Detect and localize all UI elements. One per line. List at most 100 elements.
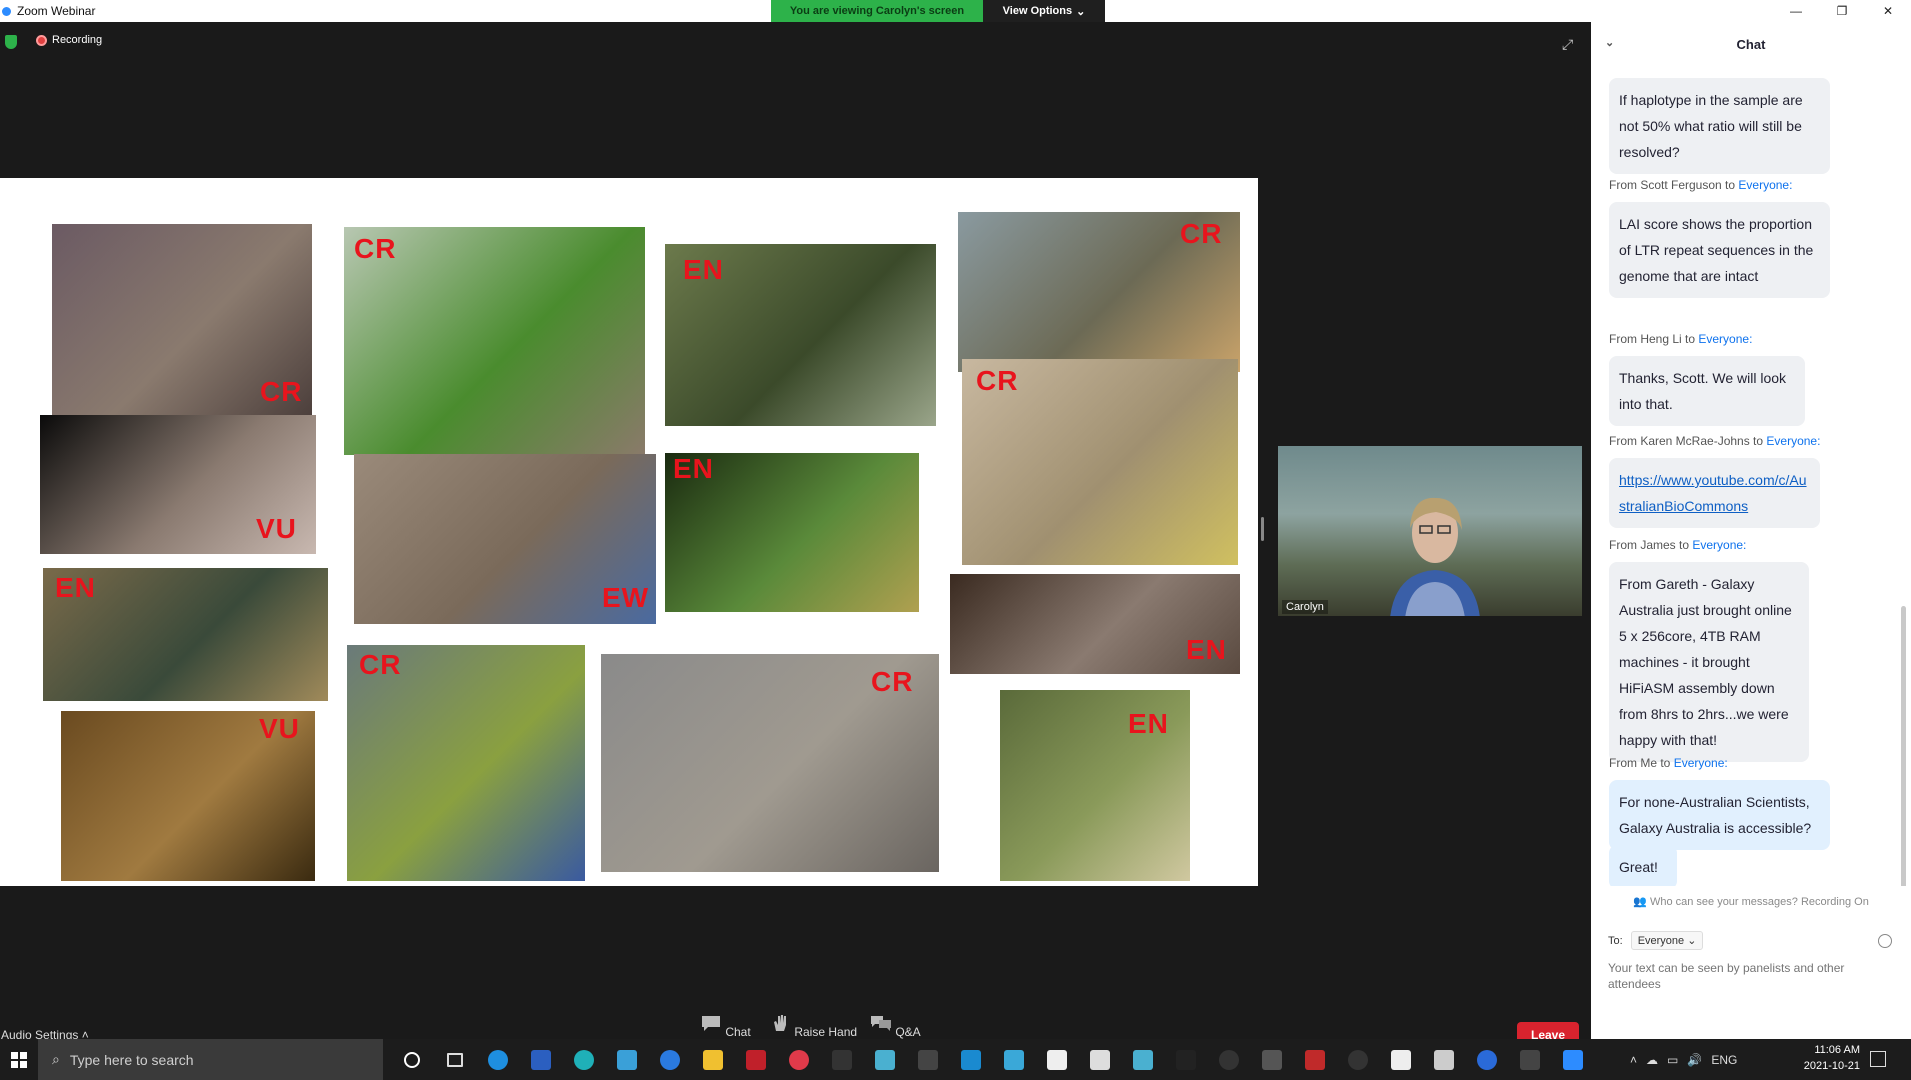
slide-photo-skink: EW (354, 454, 656, 624)
chevron-up-icon[interactable]: ˄ (1630, 1053, 1637, 1067)
slide-photo-sawfish: CR (601, 654, 939, 872)
recipient-dropdown[interactable]: Everyone ⌄ (1630, 931, 1704, 950)
qa-button[interactable]: Q&A (870, 1014, 921, 1039)
chat-scrollbar[interactable] (1901, 606, 1906, 886)
taskbar-search[interactable]: ⌕ (38, 1039, 383, 1080)
video-tile[interactable]: Carolyn (1278, 446, 1582, 616)
slide-photo-bat: VU (40, 415, 316, 554)
resize-handle[interactable] (1261, 517, 1264, 541)
task-view-icon[interactable] (433, 1039, 476, 1080)
app-icon[interactable] (1379, 1039, 1422, 1080)
chevron-down-icon[interactable]: ⌄ (1605, 36, 1614, 49)
conservation-status-label: EW (602, 582, 650, 613)
taskbar-search-input[interactable] (69, 1051, 350, 1068)
app-icon[interactable] (992, 1039, 1035, 1080)
window-titlebar: Zoom Webinar You are viewing Carolyn's s… (0, 0, 1911, 22)
recording-label: Recording (52, 34, 103, 46)
view-options-label: View Options (1002, 5, 1073, 17)
chat-message-bubble-mine: For none-Australian Scientists, Galaxy A… (1609, 780, 1830, 850)
view-options-button[interactable]: View Options ⌄ (983, 0, 1105, 22)
clock-date: 2021-10-21 (1803, 1060, 1860, 1072)
close-icon[interactable]: ✕ (1865, 0, 1911, 22)
start-button[interactable] (0, 1039, 38, 1080)
chat-input[interactable] (1608, 960, 1898, 992)
onedrive-icon[interactable]: ☁ (1646, 1053, 1658, 1067)
chat-title: Chat (1736, 36, 1766, 52)
hand-icon (774, 1015, 786, 1031)
conservation-status-label: EN (55, 572, 96, 603)
chevron-down-icon: ⌄ (1076, 5, 1086, 18)
shared-screen-slide: CR CR EN CR VU EW EN CR EN EN VU CR CR EN (0, 178, 1258, 886)
chat-button-label: Chat (725, 1025, 751, 1039)
app-icon[interactable] (906, 1039, 949, 1080)
restore-icon[interactable]: ❐ (1819, 0, 1865, 22)
chat-message-bubble: If haplotype in the sample are not 50% w… (1609, 78, 1830, 174)
app-icon[interactable] (1078, 1039, 1121, 1080)
chat-button[interactable]: Chat (700, 1014, 751, 1039)
calendar-app-icon[interactable] (519, 1039, 562, 1080)
slide-photo-swift-parrot: CR (344, 227, 645, 455)
chat-message-bubble-mine: Great! (1609, 845, 1677, 886)
github-icon[interactable] (1207, 1039, 1250, 1080)
fullscreen-icon[interactable]: ⤢ (1562, 36, 1573, 53)
chat-icon (702, 1016, 720, 1031)
slide-photo-rainforest: EN (665, 244, 936, 426)
search-icon: ⌕ (52, 1051, 60, 1067)
conservation-status-label: CR (1180, 218, 1223, 249)
qa-icon (871, 1016, 891, 1031)
chat-message-bubble: LAI score shows the proportion of LTR re… (1609, 202, 1830, 298)
network-icon[interactable]: ▭ (1667, 1053, 1678, 1067)
volume-icon[interactable]: 🔊 (1687, 1053, 1702, 1067)
conservation-status-label: CR (359, 649, 402, 680)
app-icon[interactable] (863, 1039, 906, 1080)
app-icon[interactable] (949, 1039, 992, 1080)
globe-icon[interactable] (648, 1039, 691, 1080)
slide-photo-frog-dark: CR (52, 224, 312, 422)
minimize-icon[interactable]: — (1773, 0, 1819, 22)
zoom-taskbar-icon[interactable] (1551, 1039, 1594, 1080)
github-icon[interactable] (1336, 1039, 1379, 1080)
edge-icon[interactable] (562, 1039, 605, 1080)
app-icon[interactable] (605, 1039, 648, 1080)
conservation-status-label: CR (976, 365, 1019, 396)
app-icon[interactable] (1293, 1039, 1336, 1080)
to-label: To: (1608, 934, 1623, 947)
participant-video-icon (1390, 497, 1480, 616)
raise-hand-label: Raise Hand (794, 1025, 858, 1039)
participant-name: Carolyn (1282, 600, 1328, 614)
app-icon[interactable] (1465, 1039, 1508, 1080)
meeting-area: Recording ⤢ CR CR EN CR VU EW EN CR EN EN VU CR CR EN… (0, 22, 1591, 1048)
people-icon: 👥 (1633, 896, 1650, 908)
app-icon[interactable] (1250, 1039, 1293, 1080)
raise-hand-button[interactable]: Raise Hand (769, 1014, 857, 1039)
app-icon[interactable] (1164, 1039, 1207, 1080)
language-indicator[interactable]: ENG (1711, 1053, 1737, 1067)
recording-indicator[interactable]: Recording (36, 34, 102, 46)
app-icon[interactable] (1508, 1039, 1551, 1080)
emoji-icon[interactable] (1878, 934, 1892, 948)
viewing-screen-label: You are viewing Carolyn's screen (771, 0, 983, 22)
app-title: Zoom Webinar (2, 4, 95, 18)
chat-messages[interactable]: If haplotype in the sample are not 50% w… (1591, 66, 1911, 886)
app-icon[interactable] (1035, 1039, 1078, 1080)
taskbar-clock[interactable]: 11:06 AM 2021-10-21 (1790, 1042, 1860, 1074)
record-icon (36, 34, 47, 46)
shield-icon[interactable] (5, 35, 17, 49)
slide-photo-turtle: CR (958, 212, 1240, 372)
conservation-status-label: VU (256, 513, 297, 544)
app-icon[interactable] (1121, 1039, 1164, 1080)
graduation-icon[interactable] (820, 1039, 863, 1080)
message-visibility-info[interactable]: 👥 Who can see your messages? Recording O… (1591, 895, 1911, 908)
app-icon[interactable] (1422, 1039, 1465, 1080)
cortana-icon[interactable] (390, 1039, 433, 1080)
file-explorer-icon[interactable] (691, 1039, 734, 1080)
conservation-status-label: EN (1186, 634, 1227, 665)
internet-explorer-icon[interactable] (476, 1039, 519, 1080)
notification-icon[interactable] (1870, 1051, 1886, 1067)
windows-logo-icon (11, 1051, 27, 1068)
taskbar-pinned-apps (390, 1039, 1594, 1080)
app-icon[interactable] (777, 1039, 820, 1080)
youtube-link[interactable]: https://www.youtube.com/c/AustralianBioC… (1619, 472, 1807, 514)
slide-photo-pardalote: CR (962, 359, 1238, 565)
app-icon[interactable] (734, 1039, 777, 1080)
